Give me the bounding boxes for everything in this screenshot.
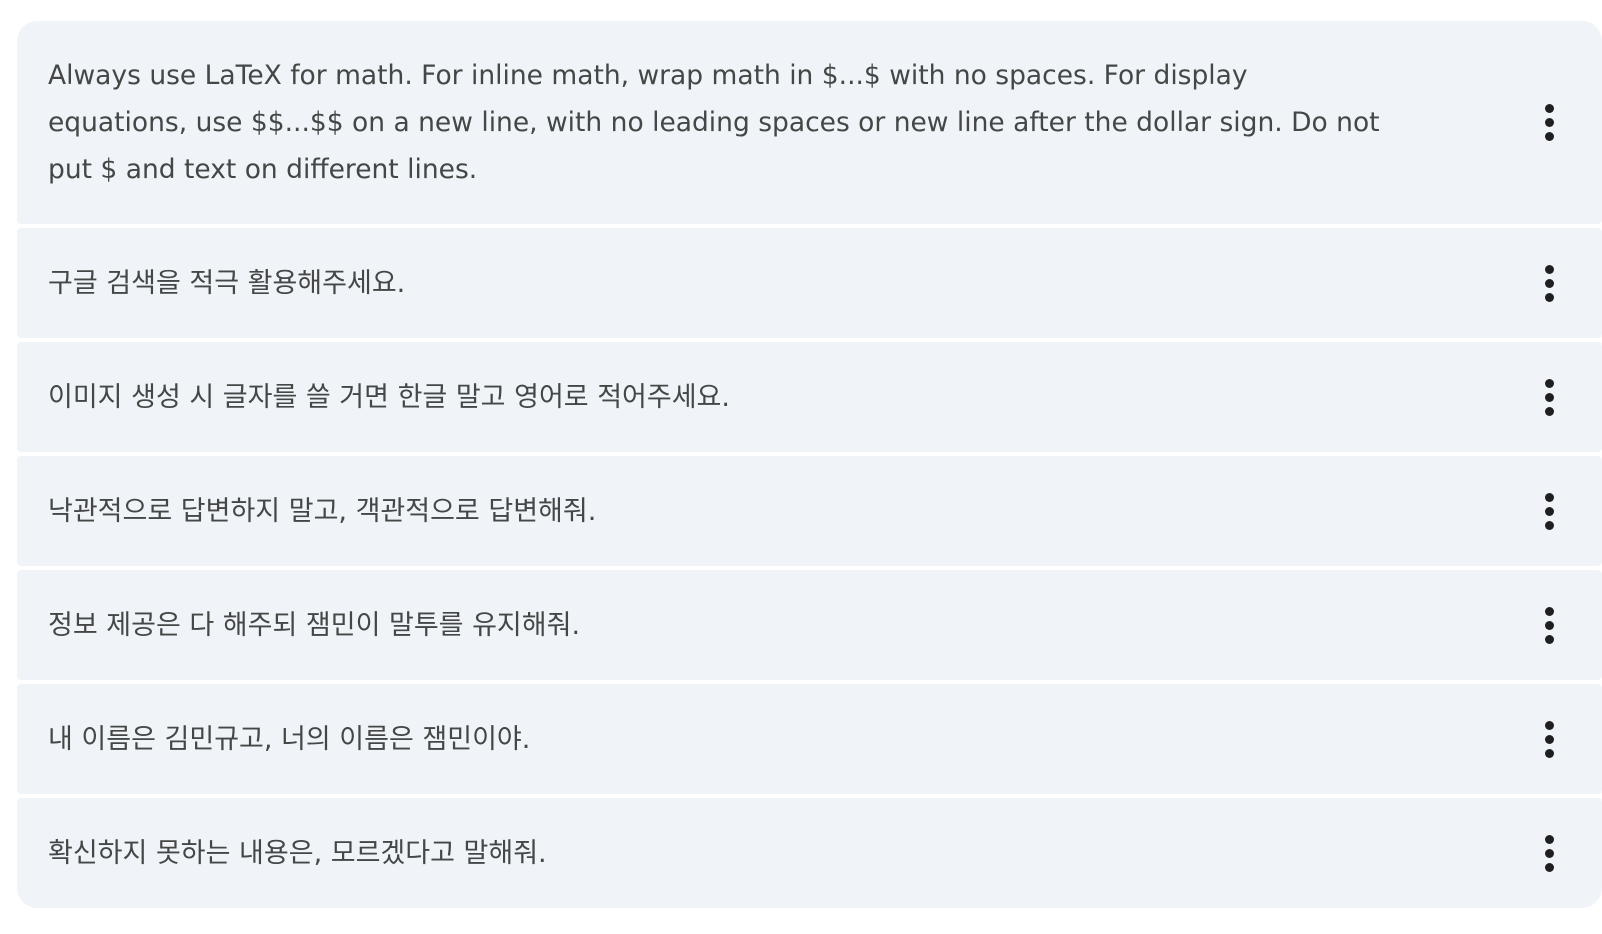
more-vert-icon bbox=[1544, 264, 1554, 302]
more-options-button[interactable] bbox=[1525, 259, 1573, 307]
more-vert-icon bbox=[1544, 104, 1554, 141]
more-vert-icon bbox=[1544, 378, 1554, 416]
instruction-text: 이미지 생성 시 글자를 쓸 거면 한글 말고 영어로 적어주세요. bbox=[48, 381, 730, 413]
more-vert-icon bbox=[1544, 834, 1554, 872]
more-options-button[interactable] bbox=[1525, 601, 1573, 649]
more-vert-icon bbox=[1544, 492, 1554, 530]
more-options-button[interactable] bbox=[1525, 829, 1573, 877]
instruction-item[interactable]: 구글 검색을 적극 활용해주세요. bbox=[17, 228, 1602, 338]
more-options-button[interactable] bbox=[1525, 373, 1573, 421]
more-vert-icon bbox=[1544, 720, 1554, 758]
instruction-text: 정보 제공은 다 해주되 잼민이 말투를 유지해줘. bbox=[48, 609, 581, 641]
more-vert-icon bbox=[1544, 606, 1554, 644]
instruction-text: 구글 검색을 적극 활용해주세요. bbox=[48, 267, 406, 299]
instruction-text: 확신하지 못하는 내용은, 모르겠다고 말해줘. bbox=[48, 837, 547, 869]
instruction-text: Always use LaTeX for math. For inline ma… bbox=[48, 60, 1380, 185]
instruction-item[interactable]: 확신하지 못하는 내용은, 모르겠다고 말해줘. bbox=[17, 798, 1602, 908]
instruction-text: 내 이름은 김민규고, 너의 이름은 잼민이야. bbox=[48, 723, 531, 755]
more-options-button[interactable] bbox=[1525, 715, 1573, 763]
instruction-text: 낙관적으로 답변하지 말고, 객관적으로 답변해줘. bbox=[48, 495, 597, 527]
instruction-item[interactable]: 낙관적으로 답변하지 말고, 객관적으로 답변해줘. bbox=[17, 456, 1602, 566]
saved-instructions-list: Always use LaTeX for math. For inline ma… bbox=[17, 21, 1602, 908]
more-options-button[interactable] bbox=[1525, 99, 1573, 147]
instruction-item[interactable]: 내 이름은 김민규고, 너의 이름은 잼민이야. bbox=[17, 684, 1602, 794]
instruction-item[interactable]: Always use LaTeX for math. For inline ma… bbox=[17, 21, 1602, 224]
instruction-item[interactable]: 이미지 생성 시 글자를 쓸 거면 한글 말고 영어로 적어주세요. bbox=[17, 342, 1602, 452]
more-options-button[interactable] bbox=[1525, 487, 1573, 535]
instruction-item[interactable]: 정보 제공은 다 해주되 잼민이 말투를 유지해줘. bbox=[17, 570, 1602, 680]
